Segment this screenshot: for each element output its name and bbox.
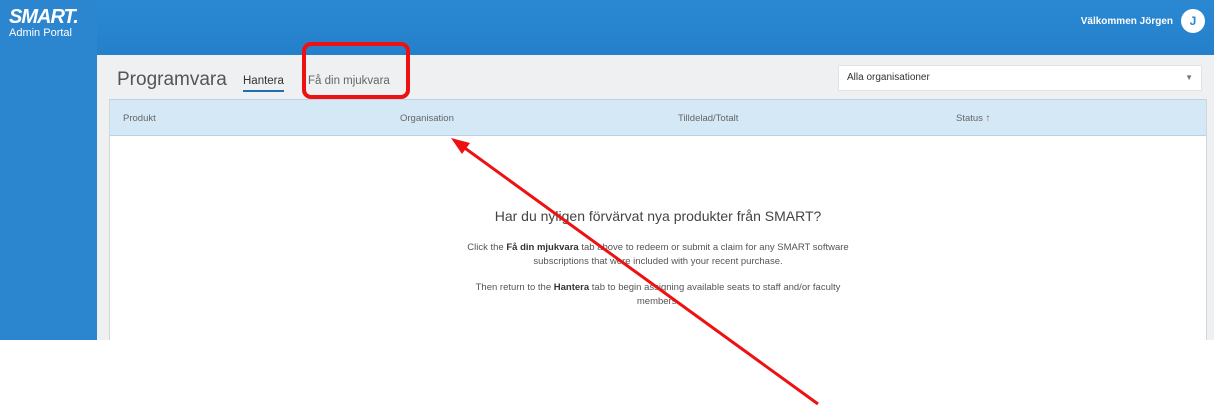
arrow-head-icon xyxy=(451,138,470,154)
red-annotation-arrow xyxy=(451,138,819,406)
